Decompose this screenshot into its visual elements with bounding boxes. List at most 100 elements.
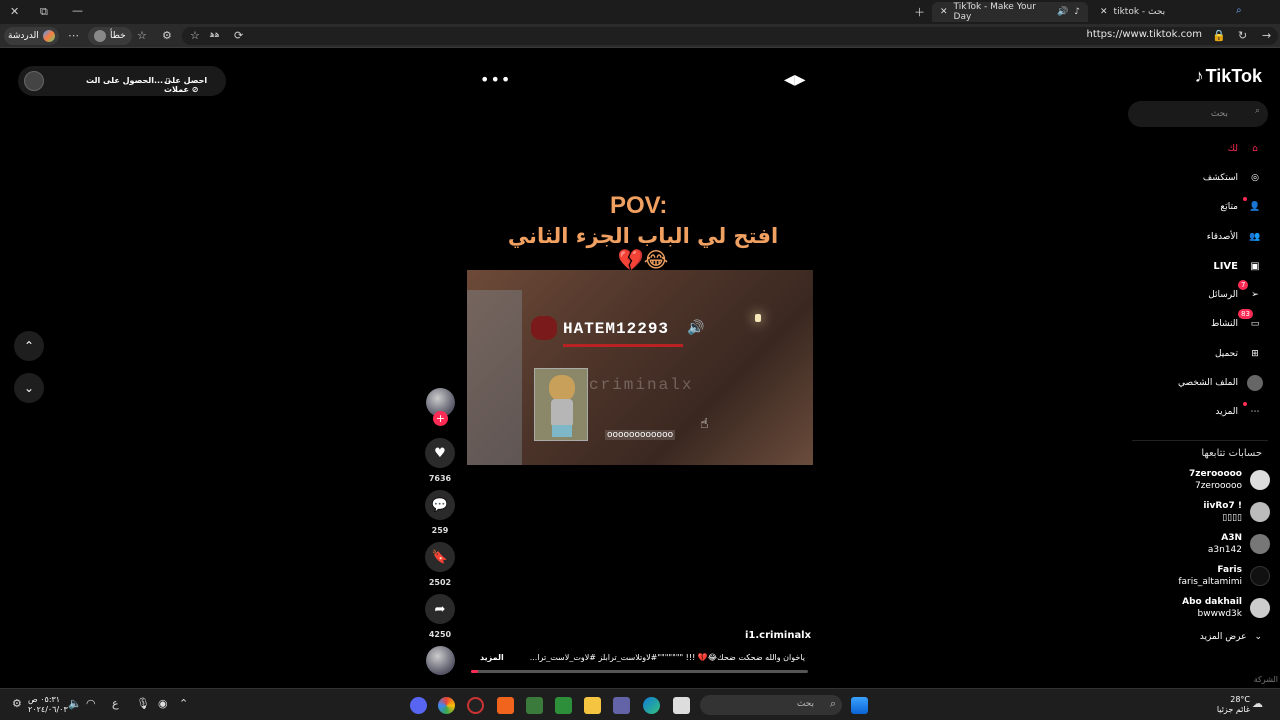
video-lamp — [755, 314, 761, 322]
profile-button[interactable]: خطأ — [88, 27, 132, 45]
close-window-icon[interactable]: ✕ — [10, 5, 19, 18]
search-input[interactable]: بحث ⌕ — [1128, 101, 1268, 127]
sidebar-item-label: النشاط — [1210, 319, 1238, 329]
chat-button[interactable]: الدردشة — [4, 27, 59, 45]
game-app-icon[interactable] — [526, 697, 543, 714]
sidebar: ♪ TikTok بحث ⌕ ⌂ لك ◎ استكشف 👤 متابَع 👥 … — [1120, 48, 1280, 688]
microphone-icon[interactable]: 🎙 — [136, 697, 150, 710]
taskview-icon[interactable] — [673, 697, 690, 714]
get-coins-label: احصل على عملات — [164, 76, 208, 94]
windows-start-icon[interactable] — [851, 697, 868, 714]
chevron-up-icon[interactable]: ⌃ — [179, 697, 188, 710]
close-tab-icon[interactable]: ✕ — [940, 7, 948, 17]
sidebar-item-friends[interactable]: 👥 الأصدقاء — [1207, 228, 1264, 246]
followed-account[interactable]: 7zerooooo 7zerooooo — [1189, 468, 1270, 492]
bookmark-icon: 🔖 — [431, 549, 449, 565]
tiktok-logo[interactable]: ♪ TikTok — [1195, 66, 1262, 87]
video-pov-text: POV: — [610, 192, 668, 219]
followed-account[interactable]: iivRo7 ! ▯▯▯▯ — [1203, 500, 1270, 524]
forward-icon[interactable]: → — [1262, 29, 1271, 42]
lock-icon[interactable]: 🔒 — [1212, 29, 1226, 42]
next-video-button[interactable]: ⌄ — [14, 373, 44, 403]
save-button[interactable]: 🔖 — [425, 542, 455, 572]
sidebar-item-label: الرسائل — [1208, 290, 1238, 300]
add-favorite-icon[interactable]: ☆ — [190, 29, 200, 42]
chrome-app-icon[interactable] — [438, 697, 455, 714]
video-player[interactable]: HATEM12293 🔊 criminalx oooooooooooo — [467, 270, 813, 465]
sidebar-item-live[interactable]: ▣ LIVE — [1213, 257, 1264, 275]
photos-app-icon[interactable] — [555, 697, 572, 714]
taskbar-search-input[interactable]: بحث ⌕ — [700, 695, 842, 715]
video-author[interactable]: i1.criminalx — [745, 630, 811, 641]
sidebar-item-explore[interactable]: ◎ استكشف — [1203, 169, 1264, 187]
user-avatar[interactable] — [24, 71, 44, 91]
taskbar-search-placeholder: بحث — [796, 699, 814, 709]
sidebar-item-messages[interactable]: ➢ 7 الرسائل — [1208, 280, 1264, 304]
live-icon: ▣ — [1250, 260, 1260, 272]
tab-search[interactable]: ✕ tiktok - بحث — [1092, 2, 1252, 22]
sidebar-item-upload[interactable]: ⊞ تحميل — [1215, 345, 1264, 363]
account-handle: bwwwd3k — [1197, 609, 1242, 619]
followed-account[interactable]: A3N a3n142 — [1208, 532, 1270, 556]
followed-account[interactable]: Faris faris_altamimi — [1178, 564, 1270, 588]
tab-audio-icon[interactable]: 🔊 — [1057, 7, 1068, 17]
more-options-icon[interactable]: ••• — [480, 70, 511, 89]
like-button[interactable]: ♥ — [425, 438, 455, 468]
search-icon[interactable]: ⌕ — [1255, 106, 1260, 116]
teams-app-icon[interactable] — [613, 697, 630, 714]
description-more-button[interactable]: المزيد — [480, 653, 504, 662]
profile-icon — [1246, 374, 1264, 392]
language-indicator[interactable]: ع — [112, 697, 119, 710]
taskbar-clock[interactable]: ٠٥:٣١ ص ٢٠٢٤/٠٦/٠٣ — [28, 695, 68, 715]
music-disc-avatar[interactable] — [426, 646, 455, 675]
file-explorer-icon[interactable] — [584, 697, 601, 714]
account-name: 7zerooooo — [1189, 469, 1242, 479]
close-tab-icon[interactable]: ✕ — [1100, 7, 1108, 17]
restore-window-icon[interactable]: ⧉ — [40, 5, 48, 19]
settings-icon[interactable]: ⚙ — [12, 697, 22, 710]
wifi-icon[interactable]: ◠ — [86, 697, 96, 710]
weather-widget[interactable]: 28°C غائم جزئيا — [1217, 695, 1250, 715]
share-button[interactable]: ➦ — [425, 594, 455, 624]
discord-app-icon[interactable] — [410, 697, 427, 714]
see-more-button[interactable]: ⌄ عرض المزيد — [1200, 632, 1262, 642]
refresh-icon[interactable]: ↻ — [1238, 29, 1247, 42]
sidebar-item-label: الأصدقاء — [1206, 232, 1238, 242]
sidebar-item-profile[interactable]: الملف الشخصي — [1178, 374, 1264, 392]
sidebar-item-following[interactable]: 👤 متابَع — [1220, 197, 1264, 216]
comment-button[interactable]: 💬 — [425, 490, 455, 520]
home-icon: ⌂ — [1252, 144, 1258, 154]
obs-app-icon[interactable] — [467, 697, 484, 714]
edge-app-icon[interactable] — [643, 697, 660, 714]
minimize-window-icon[interactable]: — — [72, 4, 83, 17]
speaker-icon[interactable]: 🔈 — [68, 697, 82, 710]
url-text[interactable]: https://www.tiktok.com — [1087, 29, 1203, 40]
follow-plus-icon[interactable]: + — [433, 411, 448, 426]
translate-icon[interactable]: ﻫﻫ — [210, 30, 220, 40]
get-coins-button[interactable]: احصل على عملات ⊘ — [164, 76, 226, 94]
new-tab-icon[interactable]: ＋ — [914, 4, 925, 20]
save-count: 2502 — [428, 578, 452, 587]
dog-head — [549, 375, 575, 401]
reader-icon[interactable]: ⟳ — [234, 29, 243, 42]
favorites-icon[interactable]: ☆ — [137, 29, 147, 42]
upload-icon: ⊞ — [1251, 349, 1259, 359]
more-menu-icon[interactable]: ⋯ — [68, 29, 79, 42]
followed-account[interactable]: Abo dakhail bwwwd3k — [1182, 596, 1270, 620]
extensions-icon[interactable]: ⚙ — [162, 29, 172, 42]
recording-icon[interactable]: ◉ — [158, 697, 168, 710]
get-app-button[interactable]: الحصول على الت... ▯ — [86, 76, 170, 85]
account-handle: a3n142 — [1207, 545, 1242, 555]
copilot-icon — [42, 30, 55, 42]
tab-tiktok[interactable]: ✕ TikTok - Make Your Day 🔊 ♪ — [932, 2, 1088, 22]
volume-icon[interactable]: ◀▶ — [784, 72, 806, 88]
sidebar-item-more[interactable]: ⋯ المزيد — [1215, 402, 1264, 421]
app-a-icon[interactable] — [497, 697, 514, 714]
player-speaker-icon: 🔊 — [687, 320, 705, 336]
video-progress-bar[interactable] — [471, 670, 808, 673]
footer-company-link[interactable]: الشركة — [1254, 675, 1278, 684]
sidebar-item-activity[interactable]: ▭ 83 النشاط — [1210, 309, 1264, 333]
sidebar-item-for-you[interactable]: ⌂ لك — [1228, 140, 1264, 158]
previous-video-button[interactable]: ⌃ — [14, 331, 44, 361]
tab-label: TikTok - Make Your Day — [953, 2, 1036, 22]
